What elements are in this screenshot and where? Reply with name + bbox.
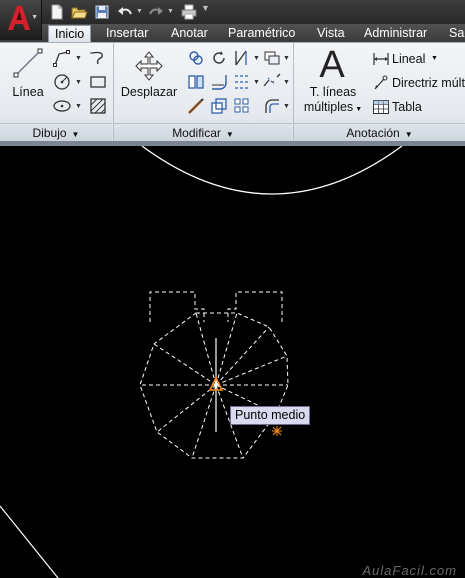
drawing-area[interactable]: Punto medio: [0, 146, 465, 578]
panel-dibujo-footer[interactable]: Dibujo ▼: [0, 123, 112, 141]
offset-dropdown-icon[interactable]: ▼: [283, 103, 290, 110]
move-icon[interactable]: [133, 50, 165, 82]
polyline-dropdown-icon[interactable]: ▼: [75, 55, 82, 62]
tab-insertar[interactable]: Insertar: [100, 25, 154, 42]
trim-icon[interactable]: [232, 48, 252, 68]
multiline-text-label-1[interactable]: T. líneas: [300, 85, 366, 99]
drawing-viewport[interactable]: [0, 146, 465, 578]
panel-modificar-footer[interactable]: Modificar ▼: [114, 123, 292, 141]
drawing-arc: [141, 146, 403, 195]
dimension-linear-icon: [373, 53, 389, 65]
tab-vista[interactable]: Vista: [311, 25, 351, 42]
polyline-icon[interactable]: [52, 48, 72, 68]
object-spokes: [140, 312, 288, 459]
tab-anotar[interactable]: Anotar: [165, 25, 214, 42]
tab-parametrico[interactable]: Paramétrico: [222, 25, 301, 42]
line-button-label[interactable]: Línea: [8, 85, 48, 99]
ribbon: Línea ▼ ▼ ▼ Dibujo ▼ Desplazar ▼ ▼ ▼ ▼ ▼…: [0, 42, 465, 142]
circle-dropdown-icon[interactable]: ▼: [75, 79, 82, 86]
panel-modificar-title: Modificar: [172, 126, 221, 140]
panel-anotacion-footer[interactable]: Anotación ▼: [294, 123, 465, 141]
autocad-logo-icon: [8, 6, 30, 30]
panel-anotacion-title: Anotación: [346, 126, 400, 140]
app-menu-arrow-icon: ▼: [31, 14, 38, 21]
redo-icon[interactable]: [147, 3, 165, 21]
panel-expand-icon: ▼: [225, 130, 234, 139]
fillet-icon[interactable]: [209, 72, 229, 92]
explode-icon[interactable]: [232, 72, 252, 92]
multileader-icon: [374, 75, 388, 90]
erase-dropdown-icon[interactable]: ▼: [283, 55, 290, 62]
multiline-text-dropdown-icon[interactable]: ▼: [355, 106, 362, 113]
multiline-text-label-2[interactable]: múltiples ▼: [300, 100, 366, 114]
hatch-icon[interactable]: [88, 96, 108, 116]
copy-icon[interactable]: [186, 48, 206, 68]
watermark: AulaFacil.com: [362, 563, 457, 578]
offset-icon[interactable]: [262, 96, 282, 116]
redo-dropdown-icon[interactable]: ▼: [167, 8, 174, 15]
dashed-selected-object: [139, 291, 289, 459]
customize-toolbar-icon[interactable]: ▼: [201, 3, 210, 13]
dimension-dropdown-icon[interactable]: ▼: [431, 50, 438, 68]
break-dropdown-icon[interactable]: ▼: [283, 79, 290, 86]
tab-inicio[interactable]: Inicio: [48, 25, 92, 42]
application-menu-button[interactable]: ▼: [0, 0, 42, 40]
multiline-text-icon[interactable]: A: [315, 45, 349, 85]
move-button-label[interactable]: Desplazar: [118, 85, 180, 99]
undo-dropdown-icon[interactable]: ▼: [136, 8, 143, 15]
title-bar: ▼ ▼ ▼: [0, 0, 465, 26]
print-icon[interactable]: [180, 3, 198, 21]
cursor-crosshair: [272, 426, 282, 436]
spline-icon[interactable]: [88, 48, 108, 68]
scale-icon[interactable]: [209, 96, 229, 116]
panel-expand-icon: ▼: [404, 130, 413, 139]
rectangle-icon[interactable]: [88, 72, 108, 92]
ellipse-dropdown-icon[interactable]: ▼: [75, 103, 82, 110]
object-left-tab: [149, 291, 205, 322]
save-icon[interactable]: [93, 3, 111, 21]
snap-tooltip: Punto medio: [230, 406, 311, 425]
panel-dibujo-title: Dibujo: [32, 126, 67, 140]
ellipse-icon[interactable]: [52, 96, 72, 116]
undo-icon[interactable]: [116, 3, 134, 21]
break-icon[interactable]: [262, 72, 282, 92]
explode-dropdown-icon[interactable]: ▼: [253, 79, 260, 86]
multileader-label: Directriz múlt: [392, 76, 465, 90]
stretch-icon[interactable]: [186, 96, 206, 116]
panel-expand-icon: ▼: [71, 130, 80, 139]
ribbon-tab-bar: Inicio Insertar Anotar Paramétrico Vista…: [0, 24, 465, 42]
line-icon[interactable]: [12, 47, 44, 79]
table-label: Tabla: [392, 100, 422, 114]
new-file-icon[interactable]: [48, 3, 66, 21]
tab-salida[interactable]: Sa: [443, 25, 465, 42]
erase-icon[interactable]: [262, 48, 282, 68]
table-icon: [373, 100, 389, 114]
mirror-icon[interactable]: [186, 72, 206, 92]
drawing-corner-line: [0, 505, 59, 578]
trim-dropdown-icon[interactable]: ▼: [253, 55, 260, 62]
rotate-icon[interactable]: [209, 48, 229, 68]
tab-administrar[interactable]: Administrar: [358, 25, 433, 42]
circle-icon[interactable]: [52, 72, 72, 92]
open-folder-icon[interactable]: [70, 3, 88, 21]
multiline-text-label-2-text: múltiples: [303, 100, 354, 114]
dimension-linear-label: Lineal: [392, 52, 426, 66]
array-icon[interactable]: [232, 96, 252, 116]
